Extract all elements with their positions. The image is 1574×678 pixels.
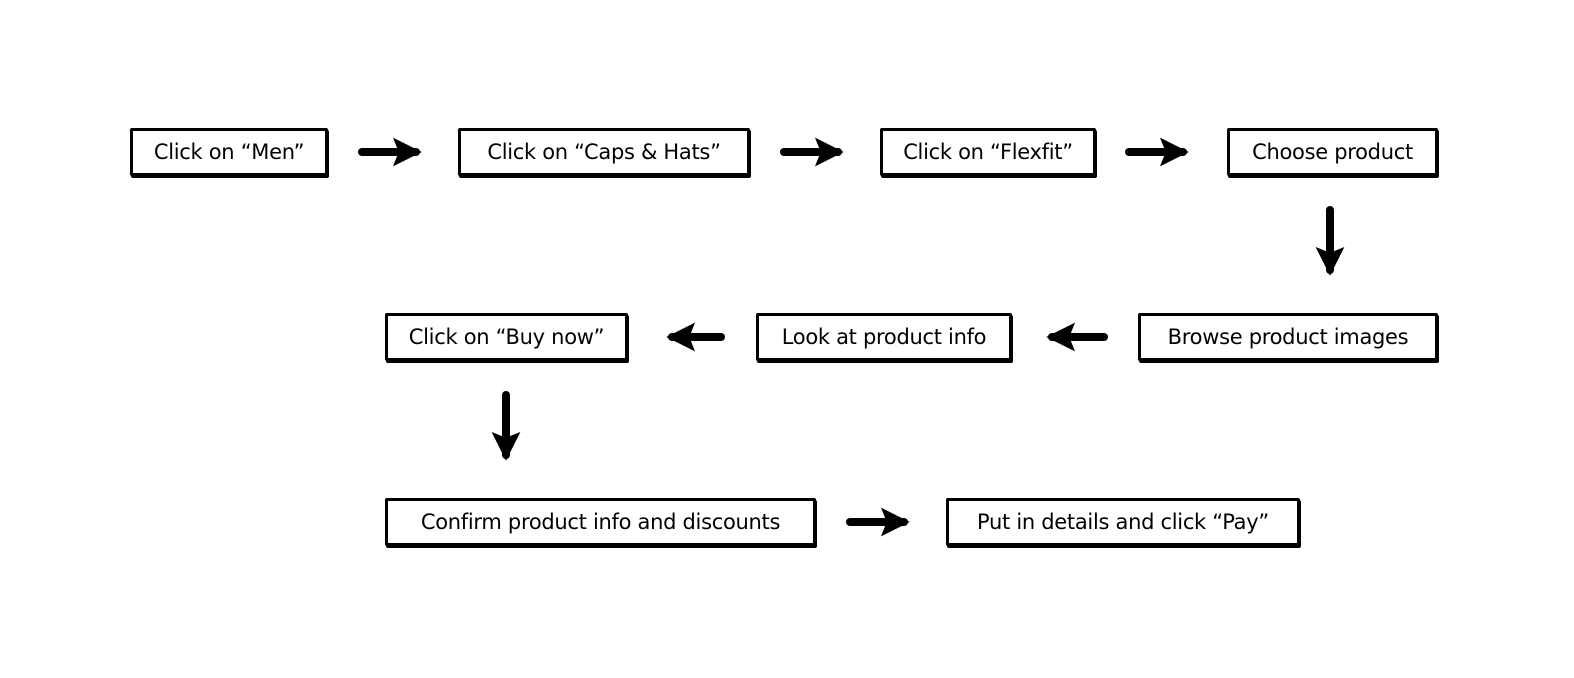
arrows	[358, 137, 1345, 537]
flow-diagram: Click on “Men” Click on “Caps & Hats” Cl…	[0, 0, 1574, 678]
